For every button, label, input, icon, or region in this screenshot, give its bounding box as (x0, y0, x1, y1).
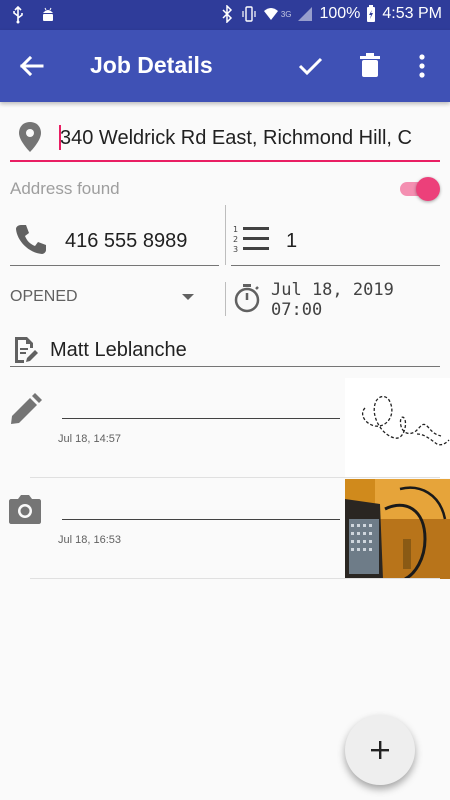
contact-name-input[interactable]: Matt Leblanche (50, 339, 187, 362)
list-divider (30, 477, 440, 478)
android-icon (43, 7, 53, 21)
photo-thumbnail[interactable] (345, 479, 450, 579)
count-field[interactable]: 1 2 3 1 (231, 212, 440, 266)
phone-icon (16, 225, 46, 254)
schedule-date: Jul 18, 2019 (271, 280, 394, 300)
vibrate-icon (242, 6, 256, 22)
address-field[interactable]: 340 Weldrick Rd East, Richmond Hill, C (10, 115, 440, 162)
signature-thumbnail[interactable] (345, 378, 450, 478)
plus-icon (371, 741, 389, 759)
phone-field[interactable]: 416 555 8989 (10, 212, 219, 266)
delete-icon[interactable] (352, 48, 388, 84)
attachment-timestamp: Jul 18, 16:53 (58, 534, 121, 546)
attachment-item-signature[interactable]: Jul 18, 14:57 (0, 378, 450, 478)
chevron-down-icon (182, 294, 194, 300)
camera-icon (9, 495, 41, 524)
count-input[interactable]: 1 (286, 230, 297, 253)
clock: 4:53 PM (382, 5, 442, 22)
svg-text:2: 2 (233, 235, 238, 244)
app-bar: Job Details (0, 30, 450, 102)
add-attachment-button[interactable] (345, 715, 415, 785)
address-input[interactable]: 340 Weldrick Rd East, Richmond Hill, C (60, 127, 440, 150)
phone-input[interactable]: 416 555 8989 (65, 230, 187, 253)
divider (225, 282, 226, 316)
signal-icon (298, 7, 313, 21)
schedule-time: 07:00 (271, 300, 323, 320)
status-bar: 3G 100% 4:53 PM (0, 0, 450, 30)
check-icon[interactable] (292, 48, 328, 84)
contact-field[interactable]: Matt Leblanche (10, 333, 440, 367)
arrow-back-icon[interactable] (14, 48, 50, 84)
edit-note-icon (15, 337, 38, 363)
bluetooth-icon (222, 5, 232, 23)
usb-icon (13, 6, 23, 24)
wifi-icon (263, 8, 278, 20)
timer-icon (234, 284, 260, 313)
more-vert-icon[interactable] (404, 48, 440, 84)
attachment-timestamp: Jul 18, 14:57 (58, 433, 121, 445)
caption-line (62, 519, 340, 520)
address-found-toggle[interactable] (398, 177, 442, 201)
toggle-thumb (416, 177, 440, 201)
battery-percent: 100% (319, 5, 361, 22)
page-title: Job Details (90, 52, 213, 78)
pencil-icon (11, 393, 42, 424)
job-status-dropdown[interactable]: OPENED (10, 282, 219, 312)
list-divider (30, 578, 440, 579)
address-status-label: Address found (10, 179, 120, 198)
svg-text:1: 1 (233, 225, 238, 234)
divider (225, 205, 226, 265)
svg-text:3: 3 (233, 245, 238, 254)
network-type: 3G (280, 9, 292, 19)
attachment-item-photo[interactable]: Jul 18, 16:53 (0, 479, 450, 579)
numbered-list-icon: 1 2 3 (233, 225, 269, 254)
battery-charging-icon (367, 5, 376, 22)
job-status-value: OPENED (10, 288, 78, 305)
signature-line (62, 418, 340, 419)
schedule-field[interactable]: Jul 18, 2019 07:00 (231, 280, 440, 320)
location-pin-icon (19, 122, 41, 152)
